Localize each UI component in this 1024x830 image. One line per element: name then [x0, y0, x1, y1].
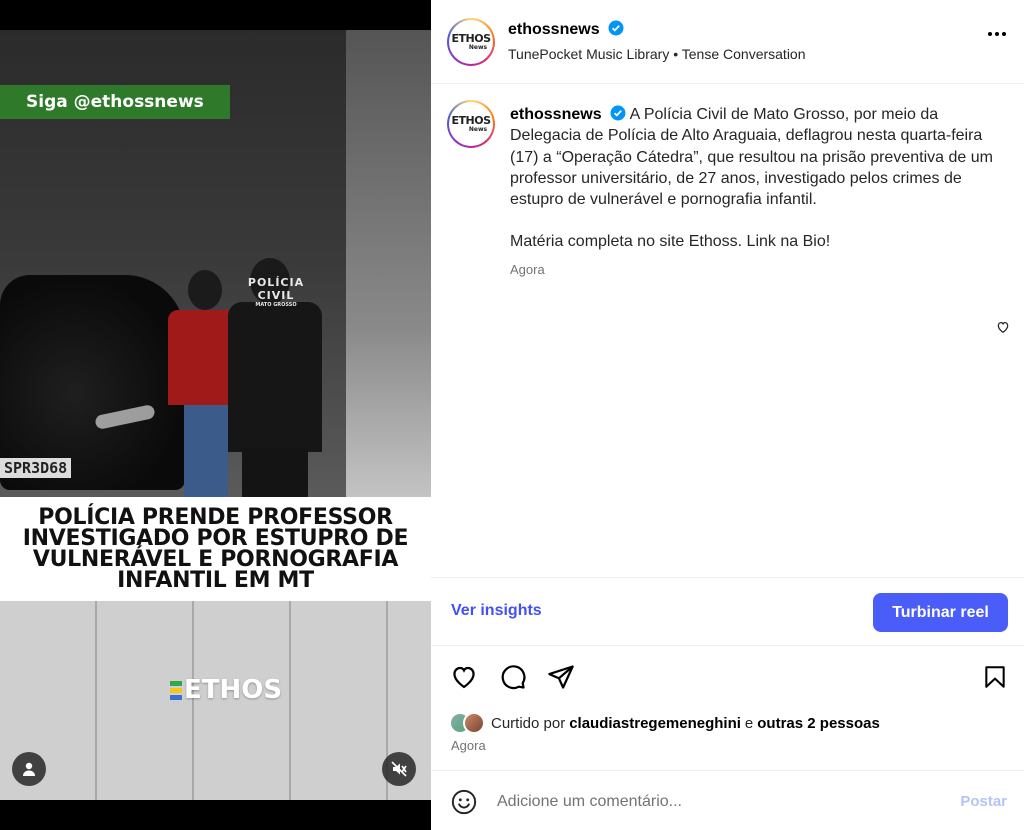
- boost-reel-button[interactable]: Turbinar reel: [873, 593, 1008, 632]
- video-scene-wall: [346, 30, 431, 530]
- audio-separator: •: [673, 46, 679, 62]
- avatar-text-bottom: News: [468, 44, 488, 51]
- vest-line-3: MATO GROSSO: [255, 302, 297, 308]
- share-button[interactable]: [544, 660, 578, 694]
- caption-text-2: Matéria completa no site Ethoss. Link na…: [510, 233, 831, 251]
- author-username[interactable]: ethossnews: [508, 21, 600, 38]
- ethos-logo-bars: [170, 680, 182, 700]
- avatar-text-top: ETHOS: [451, 32, 492, 45]
- comment-input[interactable]: [497, 789, 897, 815]
- post-comment-button[interactable]: Postar: [960, 793, 1007, 810]
- paper-plane-icon: [548, 665, 574, 689]
- liked-by-prefix: Curtido por: [491, 714, 566, 732]
- like-button[interactable]: [447, 660, 481, 694]
- follow-overlay-tag: Siga @ethossnews: [0, 85, 230, 119]
- officer-vest-text: POLÍCIA CIVIL MATO GROSSO: [236, 276, 316, 308]
- post-actions: [431, 660, 1024, 696]
- user-tag-button[interactable]: [12, 752, 46, 786]
- caption-avatar-text-top: ETHOS: [451, 114, 492, 127]
- audio-title[interactable]: Tense Conversation: [682, 46, 806, 62]
- video-scene-officer: POLÍCIA CIVIL MATO GROSSO: [228, 258, 328, 538]
- heart-icon: [453, 666, 475, 689]
- vest-line-2: CIVIL: [257, 289, 295, 302]
- vest-line-1: POLÍCIA: [247, 276, 305, 289]
- save-button[interactable]: [978, 660, 1012, 694]
- comment-bubble-icon: [501, 665, 526, 690]
- liked-by-user[interactable]: claudiastregemeneghini: [569, 715, 741, 732]
- audio-source[interactable]: TunePocket Music Library: [508, 46, 669, 62]
- insights-bar: Ver insights Turbinar reel: [431, 577, 1024, 646]
- caption-like-heart-icon[interactable]: [996, 320, 1010, 334]
- post-header: ETHOS News ethossnews TunePocket Music L…: [431, 0, 1024, 84]
- liker-avatar-2[interactable]: [463, 712, 485, 734]
- comment-bar: Postar: [431, 770, 1024, 830]
- view-insights-link[interactable]: Ver insights: [451, 602, 542, 620]
- post-caption: ethossnews A Polícia Civil de Mato Gross…: [510, 104, 1000, 280]
- mute-toggle-button[interactable]: [382, 752, 416, 786]
- emoji-icon[interactable]: [451, 789, 477, 815]
- caption-username[interactable]: ethossnews: [510, 106, 602, 123]
- instagram-post-modal: SPR3D68 POLÍCIA CIVIL MATO GROSSO Siga @…: [0, 0, 1024, 830]
- caption-timestamp: Agora: [510, 261, 545, 277]
- caption-avatar-text-bottom: News: [468, 126, 488, 133]
- liked-by-conj: e: [744, 714, 754, 732]
- video-frame[interactable]: SPR3D68 POLÍCIA CIVIL MATO GROSSO Siga @…: [0, 30, 431, 800]
- liked-by-others[interactable]: outras 2 pessoas: [757, 715, 880, 732]
- audio-attribution[interactable]: TunePocket Music Library • Tense Convers…: [508, 46, 806, 62]
- post-side-panel: ETHOS News ethossnews TunePocket Music L…: [431, 0, 1024, 830]
- caption-author-avatar[interactable]: ETHOS News: [447, 100, 495, 148]
- verified-badge-icon: [608, 20, 624, 36]
- comment-button[interactable]: [496, 660, 530, 694]
- author-avatar[interactable]: ETHOS News: [447, 18, 495, 66]
- author-name-row: ethossnews: [508, 20, 624, 39]
- liked-by-row: Curtido por claudiastregemeneghini e out…: [449, 710, 880, 736]
- video-headline-box: POLÍCIA PRENDE PROFESSOR INVESTIGADO POR…: [0, 497, 431, 601]
- video-headline: POLÍCIA PRENDE PROFESSOR INVESTIGADO POR…: [22, 505, 409, 593]
- ethos-logo-text: ETHOS: [184, 675, 283, 705]
- muted-speaker-icon: [391, 761, 407, 777]
- caption-verified-badge-icon: [610, 105, 626, 121]
- post-timestamp[interactable]: Agora: [451, 738, 486, 753]
- reel-video-player[interactable]: SPR3D68 POLÍCIA CIVIL MATO GROSSO Siga @…: [0, 0, 431, 830]
- ethos-watermark-logo: ETHOS: [170, 675, 282, 705]
- bookmark-icon: [985, 666, 1005, 688]
- license-plate: SPR3D68: [0, 458, 72, 478]
- more-options-icon[interactable]: [988, 32, 1006, 36]
- user-icon: [23, 762, 35, 776]
